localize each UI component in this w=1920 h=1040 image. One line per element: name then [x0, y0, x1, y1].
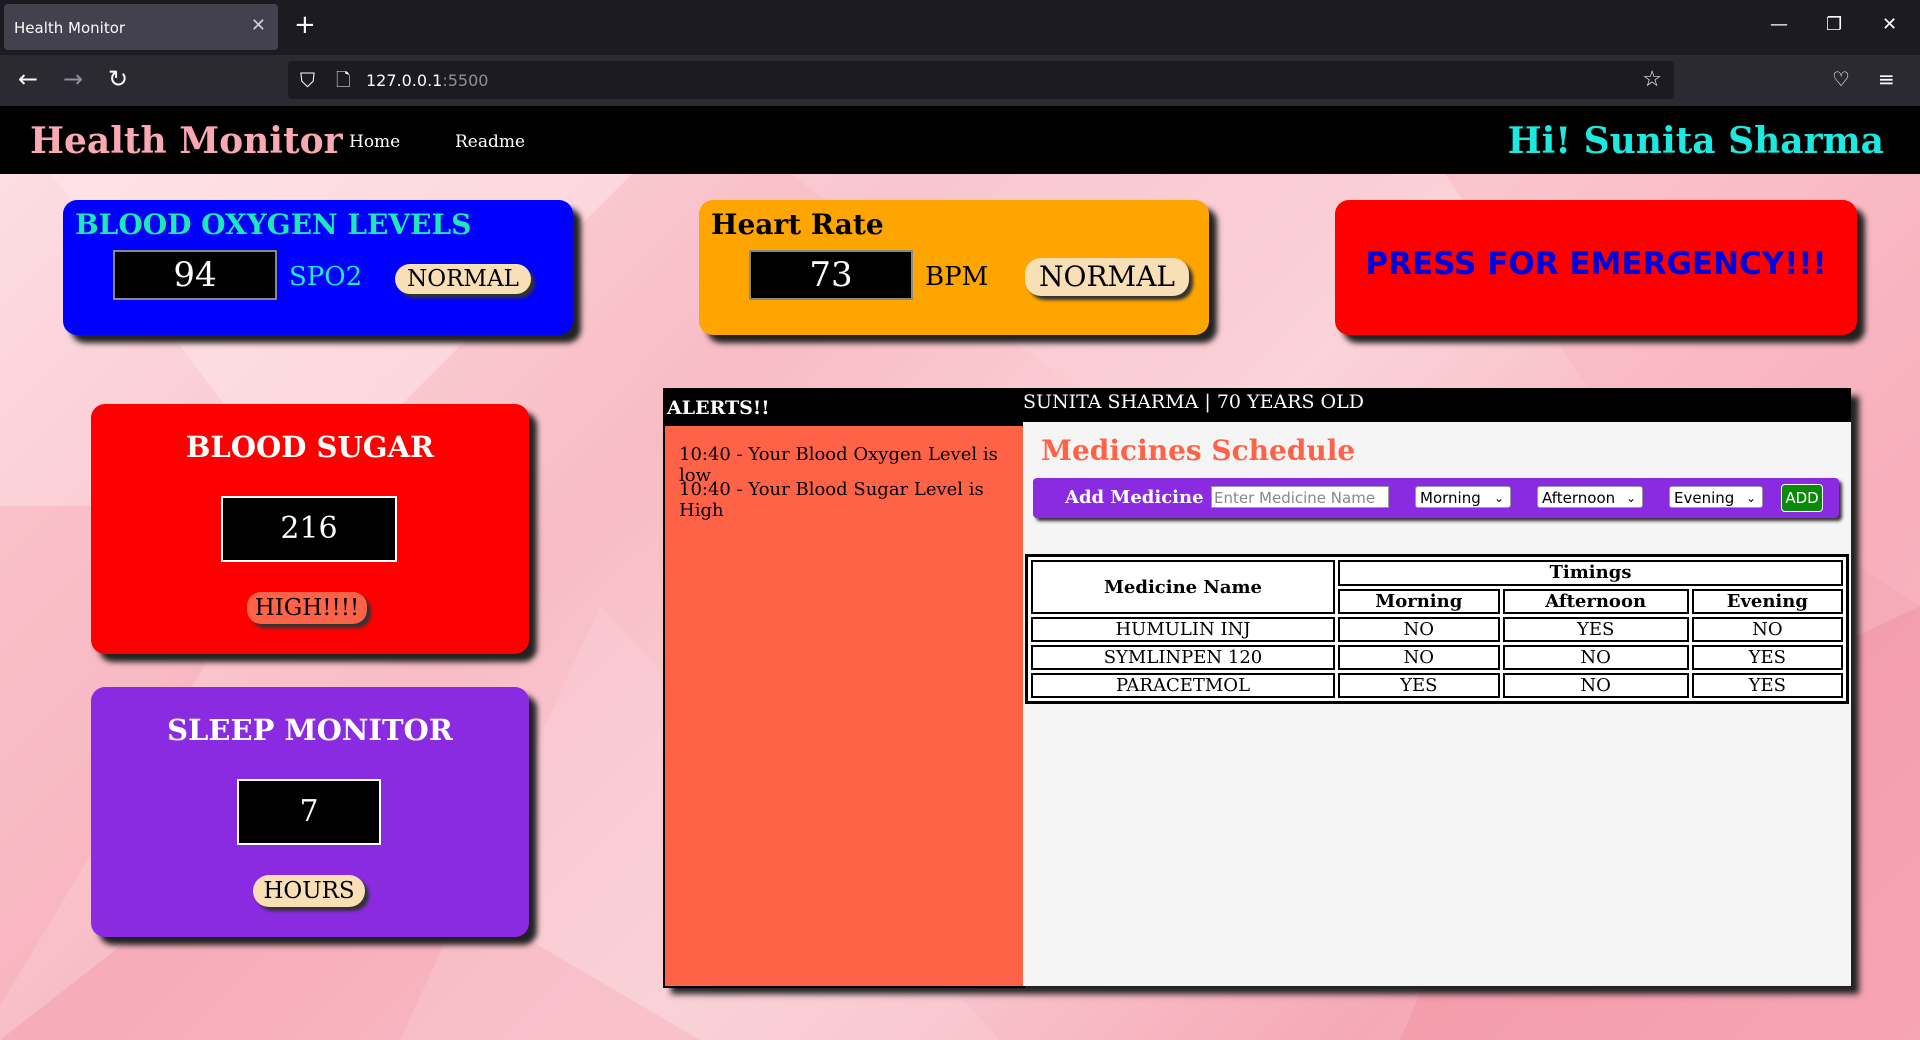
col-afternoon: Afternoon	[1502, 588, 1689, 614]
site-header: Health Monitor Home Readme Hi! Sunita Sh…	[0, 106, 1920, 174]
afternoon-cell: NO	[1502, 673, 1689, 698]
evening-cell: YES	[1691, 645, 1843, 670]
sleep-value: 7	[237, 779, 381, 845]
nav-readme[interactable]: Readme	[455, 132, 525, 152]
morning-select[interactable]: Morning ⌄	[1415, 486, 1511, 508]
table-row: PARACETMOL YES NO YES	[1031, 673, 1843, 698]
sleep-monitor-title: SLEEP MONITOR	[167, 713, 453, 747]
medicine-name-cell: SYMLINPEN 120	[1031, 645, 1335, 670]
add-medicine-label: Add Medicine	[1065, 487, 1204, 508]
evening-cell: YES	[1691, 673, 1843, 698]
heart-rate-title: Heart Rate	[711, 208, 884, 241]
chevron-down-icon: ⌄	[1745, 491, 1756, 505]
shield-icon[interactable]: ⛉	[300, 68, 315, 92]
medicines-title: Medicines Schedule	[1041, 434, 1356, 467]
blood-oxygen-title: BLOOD OXYGEN LEVELS	[75, 208, 472, 241]
blood-oxygen-card: BLOOD OXYGEN LEVELS 94 SPO2 NORMAL	[63, 200, 573, 335]
heart-rate-value: 73	[749, 250, 913, 300]
browser-tab[interactable]: Health Monitor ✕	[4, 4, 278, 50]
blood-sugar-status: HIGH!!!!	[247, 592, 367, 624]
chevron-down-icon: ⌄	[1625, 491, 1636, 505]
blood-sugar-title: BLOOD SUGAR	[185, 430, 435, 464]
morning-cell: NO	[1338, 617, 1500, 642]
greeting: Hi! Sunita Sharma	[1507, 120, 1884, 162]
evening-select-value: Evening	[1674, 489, 1735, 507]
emergency-label: PRESS FOR EMERGENCY!!!	[1365, 246, 1827, 282]
col-morning: Morning	[1338, 588, 1500, 614]
evening-cell: NO	[1691, 617, 1843, 642]
add-medicine-form: Add Medicine Enter Medicine Name Morning…	[1033, 478, 1839, 518]
add-button[interactable]: ADD	[1781, 484, 1823, 512]
tab-title: Health Monitor	[14, 19, 126, 37]
brand-title[interactable]: Health Monitor	[30, 120, 343, 162]
blood-oxygen-status: NORMAL	[395, 264, 531, 294]
tab-close-icon[interactable]: ✕	[251, 15, 266, 36]
blood-oxygen-value: 94	[113, 250, 277, 300]
alert-item: 10:40 - Your Blood Sugar Level is High	[679, 479, 984, 521]
url-text[interactable]: 127.0.0.1:5500	[366, 71, 488, 90]
browser-tab-bar: Health Monitor ✕ + — ❐ ✕	[0, 0, 1920, 55]
dashboard-panel: ALERTS!! 10:40 - Your Blood Oxygen Level…	[663, 388, 1851, 988]
nav-home[interactable]: Home	[349, 132, 400, 152]
heart-rate-status: NORMAL	[1025, 258, 1189, 296]
blood-sugar-card: BLOOD SUGAR 216 HIGH!!!!	[91, 404, 529, 654]
blood-sugar-value: 216	[221, 496, 397, 562]
minimize-icon[interactable]: —	[1770, 14, 1788, 35]
medicines-panel: SUNITA SHARMA | 70 YEARS OLD Medicines S…	[1023, 388, 1851, 986]
forward-icon[interactable]: →	[63, 65, 83, 93]
url-bar[interactable]: ⛉ 🗋 127.0.0.1:5500 ☆	[288, 61, 1674, 99]
morning-cell: NO	[1338, 645, 1500, 670]
medicine-table: Medicine Name Timings Morning Afternoon …	[1025, 554, 1849, 704]
col-timings: Timings	[1338, 560, 1843, 586]
emergency-button[interactable]: PRESS FOR EMERGENCY!!!	[1335, 200, 1857, 335]
new-tab-icon[interactable]: +	[294, 10, 316, 40]
morning-cell: YES	[1338, 673, 1500, 698]
url-port: :5500	[442, 71, 489, 90]
close-window-icon[interactable]: ✕	[1882, 14, 1897, 35]
heart-rate-unit: BPM	[925, 262, 989, 292]
url-host: 127.0.0.1	[366, 71, 443, 90]
browser-nav-bar: ← → ↻ ⛉ 🗋 127.0.0.1:5500 ☆ ♡ ≡	[0, 55, 1920, 106]
blood-oxygen-unit: SPO2	[289, 262, 363, 292]
afternoon-select[interactable]: Afternoon ⌄	[1537, 486, 1643, 508]
patient-info: SUNITA SHARMA | 70 YEARS OLD	[1023, 388, 1851, 422]
back-icon[interactable]: ←	[18, 65, 38, 93]
sleep-unit: HOURS	[253, 875, 365, 907]
bookmark-star-icon[interactable]: ☆	[1642, 67, 1662, 92]
menu-icon[interactable]: ≡	[1878, 67, 1895, 91]
afternoon-select-value: Afternoon	[1542, 489, 1616, 507]
reload-icon[interactable]: ↻	[108, 65, 128, 93]
col-evening: Evening	[1691, 588, 1843, 614]
afternoon-cell: YES	[1502, 617, 1689, 642]
alerts-title: ALERTS!!	[665, 390, 1023, 426]
alerts-panel: ALERTS!! 10:40 - Your Blood Oxygen Level…	[663, 388, 1025, 988]
chevron-down-icon: ⌄	[1493, 491, 1504, 505]
medicine-name-input[interactable]: Enter Medicine Name	[1211, 486, 1389, 508]
evening-select[interactable]: Evening ⌄	[1669, 486, 1763, 508]
col-medicine-name: Medicine Name	[1031, 560, 1335, 614]
medicine-name-cell: HUMULIN INJ	[1031, 617, 1335, 642]
afternoon-cell: NO	[1502, 645, 1689, 670]
restore-icon[interactable]: ❐	[1826, 14, 1842, 35]
table-row: SYMLINPEN 120 NO NO YES	[1031, 645, 1843, 670]
medicine-name-cell: PARACETMOL	[1031, 673, 1335, 698]
pocket-icon[interactable]: ♡	[1832, 67, 1850, 91]
heart-rate-card: Heart Rate 73 BPM NORMAL	[699, 200, 1209, 335]
page-icon: 🗋	[336, 70, 351, 91]
sleep-monitor-card: SLEEP MONITOR 7 HOURS	[91, 687, 529, 937]
morning-select-value: Morning	[1420, 489, 1481, 507]
table-row: HUMULIN INJ NO YES NO	[1031, 617, 1843, 642]
